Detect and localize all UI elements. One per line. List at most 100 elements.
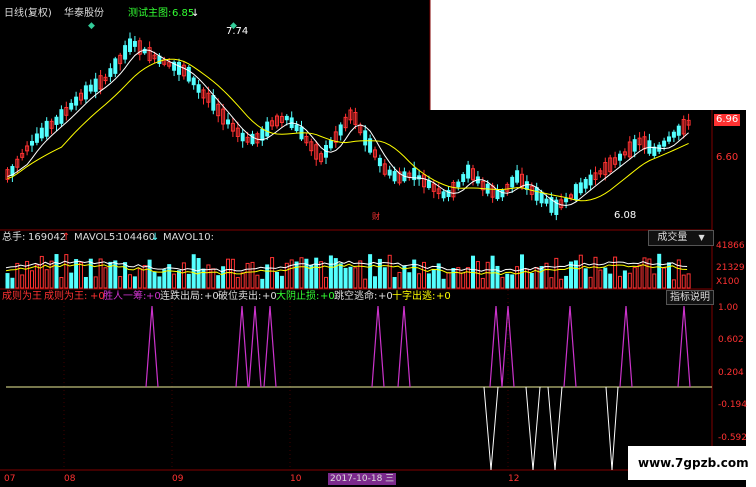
volume-bar <box>88 258 93 289</box>
time-label: 09 <box>172 474 184 484</box>
signal-spike-up <box>619 305 633 388</box>
indicator-dropdown[interactable]: 成交量 ▼ <box>648 230 714 246</box>
candle-body <box>588 174 593 186</box>
stock-name[interactable]: 华泰股份 <box>64 8 104 20</box>
candle-body <box>618 153 622 161</box>
volume-bar <box>324 276 328 289</box>
candle-body <box>93 78 98 92</box>
time-label: 08 <box>64 474 76 484</box>
low-price-label: 6.08 <box>614 210 637 221</box>
volume-bar <box>44 269 49 289</box>
volume-bar <box>157 276 162 289</box>
volume-bar <box>515 266 520 289</box>
high-price-label: 7.74 <box>226 26 249 37</box>
volume-bar <box>152 271 157 289</box>
volume-bar <box>373 276 377 289</box>
chart-period-title: 日线(复权) <box>4 8 52 19</box>
volume-bar <box>520 254 524 289</box>
main-indicator-label: 测试主图: <box>128 8 172 19</box>
volume-bar <box>583 268 588 289</box>
chevron-down-icon: ▼ <box>698 233 705 242</box>
volume-bar <box>319 261 324 289</box>
volume-bar <box>255 274 260 289</box>
volume-axis-top: 41866 <box>716 241 745 251</box>
volume-bar <box>69 272 74 289</box>
signal-legend: 成则为王 成则为王: +0 胜人一筹: +0 连跌出局: +0 破位卖出: +0… <box>2 291 662 303</box>
indicator-help-button[interactable]: 指标说明 <box>666 290 714 305</box>
signal-axis-tick: 0.204 <box>718 368 744 378</box>
financial-report-mark[interactable]: 财 <box>372 211 380 223</box>
indicator-dropdown-label: 成交量 <box>657 232 688 243</box>
candle-body <box>392 171 397 182</box>
volume-bar <box>74 259 79 289</box>
mavol10-label: MAVOL10: <box>163 232 215 243</box>
candle-body <box>578 182 583 194</box>
candle-body <box>564 198 569 203</box>
time-cursor-date: 2017-10-18 三 <box>328 473 397 485</box>
candle-body <box>328 140 333 149</box>
candle-body <box>510 176 515 188</box>
volume-bar <box>637 264 642 289</box>
signal-spike-down <box>605 386 619 471</box>
candle-body <box>83 85 88 100</box>
volume-bar <box>529 273 534 289</box>
volume-bar <box>686 273 691 289</box>
signal-value-6: +0 <box>378 291 393 302</box>
mavol5-arrow: ↓ <box>151 232 160 243</box>
signal-name-0: 成则为王 <box>2 291 42 302</box>
signal-spike-down <box>547 386 563 471</box>
signal-name-2: 胜人一筹: <box>103 291 147 302</box>
candle-body <box>515 170 520 183</box>
volume-bar <box>113 260 118 289</box>
signal-axis-tick: 0.602 <box>718 335 744 345</box>
volume-bar <box>240 272 245 289</box>
volume-bar <box>657 253 662 289</box>
volume-bar <box>475 261 480 289</box>
candle-body <box>583 178 588 189</box>
time-label: 12 <box>508 474 520 484</box>
candle-body <box>191 77 196 86</box>
volume-bar <box>593 256 598 289</box>
candle-body <box>294 124 299 132</box>
volume-bar <box>632 267 637 289</box>
volume-bar <box>289 259 294 289</box>
signal-spike-up <box>397 305 411 388</box>
volume-bar <box>549 277 554 289</box>
candle-body <box>534 187 539 201</box>
volume-bar <box>671 279 676 289</box>
volume-bar <box>417 273 422 289</box>
candle-body <box>123 45 128 60</box>
signal-value-3: +0 <box>204 291 219 302</box>
volume-bar <box>147 259 152 289</box>
signal-axis-tick: -0.592 <box>718 433 748 443</box>
candle-body <box>39 127 44 139</box>
volume-bar <box>407 272 412 289</box>
volume-total-arrow: ↑ <box>62 232 71 243</box>
candle-body <box>74 96 79 106</box>
candle-body <box>500 189 505 198</box>
volume-bar <box>64 254 69 289</box>
candle-body <box>128 38 132 52</box>
volume-bar <box>588 276 593 289</box>
candle-body <box>196 84 201 93</box>
volume-bar <box>118 276 123 289</box>
volume-bar <box>294 261 299 289</box>
volume-bar <box>338 263 343 289</box>
candle-body <box>544 198 549 204</box>
volume-bar <box>221 266 226 289</box>
volume-bar <box>15 262 20 289</box>
volume-bar <box>441 278 446 289</box>
volume-bar <box>368 254 373 289</box>
signal-spike-up <box>145 305 159 388</box>
volume-bar <box>191 254 196 289</box>
volume-bar <box>652 273 657 289</box>
candle-body <box>652 146 657 156</box>
volume-bar <box>564 275 569 289</box>
candle-body <box>466 164 471 179</box>
volume-bar <box>103 267 108 289</box>
candle-body <box>226 119 230 125</box>
candle-body <box>113 58 118 74</box>
signal-spike-up <box>677 305 691 388</box>
volume-bar <box>618 275 622 289</box>
candle-body <box>524 181 529 190</box>
